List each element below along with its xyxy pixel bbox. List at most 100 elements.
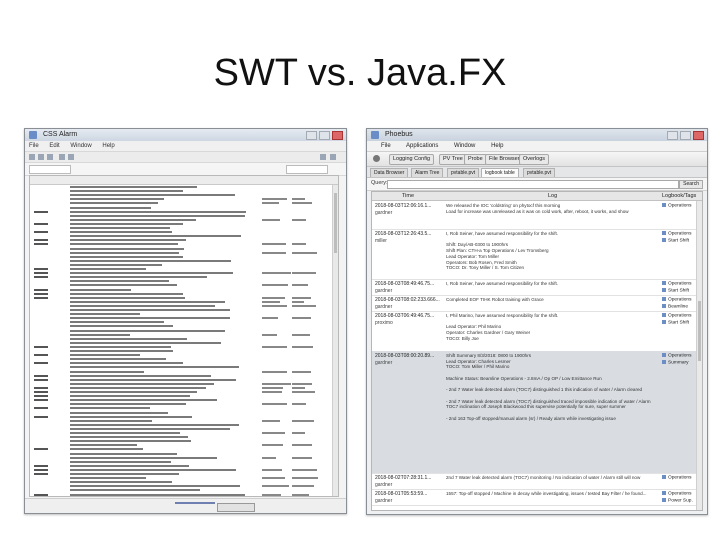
entry-tag-label: Beamline bbox=[668, 303, 688, 309]
entry-text-line: Shift Summary 8/3/2018: 0800 to 1900hrs bbox=[446, 353, 532, 358]
new-icon[interactable] bbox=[29, 154, 35, 160]
entry-text-line: Lead Operator: Tom Miller bbox=[446, 253, 500, 259]
log-entry-row[interactable]: 2018-08-03T08:02:233.666... gardner Comple… bbox=[372, 295, 702, 312]
gear-icon[interactable] bbox=[373, 155, 380, 162]
status-button[interactable] bbox=[217, 503, 255, 512]
forward-icon[interactable] bbox=[68, 154, 74, 160]
log-entry-row[interactable]: 2018-08-03T12:06:16.1... gardner We releas… bbox=[372, 201, 702, 230]
column-log[interactable]: Log bbox=[548, 192, 557, 200]
maximize-button[interactable] bbox=[319, 131, 330, 140]
perspective-icon[interactable] bbox=[320, 154, 326, 160]
entry-tag: Beamline bbox=[662, 303, 688, 309]
menu-window[interactable]: Window bbox=[70, 143, 91, 149]
row-text bbox=[70, 227, 170, 229]
row-timestamp bbox=[34, 268, 48, 270]
minimize-button[interactable] bbox=[667, 131, 678, 140]
row-text bbox=[70, 243, 179, 246]
entry-author: proximo bbox=[375, 320, 393, 326]
row-timestamp bbox=[34, 276, 48, 279]
row-author bbox=[262, 403, 287, 406]
menu-help[interactable]: Help bbox=[491, 143, 503, 149]
row-author bbox=[262, 284, 288, 287]
menu-edit[interactable]: Edit bbox=[49, 143, 59, 149]
vertical-scrollbar[interactable] bbox=[332, 185, 338, 496]
row-logbook bbox=[292, 272, 317, 275]
column-time[interactable]: Time bbox=[402, 192, 414, 200]
file-browser-button[interactable]: File Browser bbox=[485, 154, 524, 165]
menu-help[interactable]: Help bbox=[102, 143, 114, 149]
probe-button[interactable]: Probe bbox=[464, 154, 487, 165]
tab-pvtable[interactable]: pvtable.pvt bbox=[447, 168, 480, 177]
log-entry-row[interactable]: 2018-08-03T08:49:46.75... gardner I, Rob S… bbox=[372, 279, 702, 296]
tab-pvtable-2[interactable]: pvtable.pvt bbox=[523, 168, 556, 177]
row-text bbox=[70, 440, 192, 443]
row-text bbox=[70, 304, 215, 307]
save-icon[interactable] bbox=[38, 154, 44, 160]
scrollbar-thumb[interactable] bbox=[334, 193, 337, 253]
menu-window[interactable]: Window bbox=[454, 143, 475, 149]
entry-text-line: Operators: Bob Rosen, Fred Smith bbox=[446, 259, 517, 265]
logbook-icon bbox=[662, 491, 666, 495]
scrollbar-thumb[interactable] bbox=[698, 301, 701, 361]
close-button[interactable] bbox=[693, 131, 704, 140]
overlogs-button[interactable]: Overlogs bbox=[519, 154, 550, 165]
entry-tag-label: Start Shift bbox=[668, 287, 690, 293]
log-entry-row[interactable]: 2018-08-01T05:53:59... gardner 1557: Top-o… bbox=[372, 489, 702, 506]
menu-applications[interactable]: Applications bbox=[406, 143, 438, 149]
log-entry-row[interactable]: 2018-08-03T12:26:43.5... miller I, Rob Sei… bbox=[372, 229, 702, 280]
entry-tag-label: Operations bbox=[668, 313, 692, 319]
entry-tag-label: Operations bbox=[668, 231, 692, 237]
swt-window-title: CSS Alarm bbox=[43, 131, 78, 138]
entry-text-line: 1557: Top-off stopped / Machine in decay… bbox=[446, 491, 647, 496]
filter-field[interactable] bbox=[29, 165, 71, 174]
row-text bbox=[70, 419, 153, 422]
tab-alarm-tree[interactable]: Alarm Tree bbox=[411, 168, 444, 177]
menu-file[interactable]: File bbox=[29, 143, 39, 149]
row-author bbox=[262, 370, 287, 373]
search-button[interactable]: Search bbox=[679, 180, 703, 189]
row-logbook bbox=[292, 493, 309, 496]
column-tags[interactable]: Logbook/Tags bbox=[662, 192, 696, 200]
pv-tree-button[interactable]: PV Tree bbox=[439, 154, 467, 165]
minimize-button[interactable] bbox=[306, 131, 317, 140]
entry-date: 2018-08-03T06:49:46.75... bbox=[375, 313, 435, 319]
log-entry-row[interactable]: 2018-08-02T07:28:31.1... gardner 2nd 7 Wat… bbox=[372, 473, 702, 490]
back-icon[interactable] bbox=[59, 154, 65, 160]
logging-config-button[interactable]: Logging Config bbox=[389, 154, 435, 165]
row-timestamp bbox=[34, 415, 48, 418]
row-logbook bbox=[292, 382, 312, 385]
row-timestamp bbox=[34, 395, 48, 398]
logbook-table-header: Time Log Logbook/Tags bbox=[372, 192, 702, 201]
row-logbook bbox=[292, 218, 307, 221]
row-author bbox=[262, 456, 277, 459]
swt-log-table bbox=[29, 175, 339, 497]
entry-text-line: Shift: Day/AB-0300 to 1900hrs bbox=[446, 242, 509, 248]
close-button[interactable] bbox=[332, 131, 343, 140]
row-text bbox=[70, 280, 169, 283]
row-text bbox=[70, 263, 162, 266]
view-icon[interactable] bbox=[330, 154, 336, 160]
column-header[interactable] bbox=[34, 176, 35, 184]
query-input[interactable] bbox=[387, 180, 679, 189]
row-text bbox=[70, 268, 146, 270]
row-text bbox=[70, 247, 185, 250]
table-row[interactable] bbox=[30, 493, 338, 497]
row-text bbox=[70, 485, 241, 488]
row-text bbox=[70, 481, 173, 484]
status-link[interactable] bbox=[175, 502, 215, 504]
row-timestamp bbox=[34, 243, 48, 246]
row-text bbox=[70, 473, 180, 475]
print-icon[interactable] bbox=[47, 154, 53, 160]
swt-table-header bbox=[30, 176, 338, 185]
vertical-scrollbar[interactable] bbox=[696, 201, 702, 510]
tab-logbook-table[interactable]: logbook table bbox=[481, 168, 519, 177]
log-entry-row[interactable]: 2018-08-03T08:00:20.89... gardner Shift Su… bbox=[372, 351, 702, 474]
entry-tag-label: Operations bbox=[668, 281, 692, 287]
menu-file[interactable]: File bbox=[381, 143, 391, 149]
tab-data-browser[interactable]: Data Browser bbox=[370, 168, 409, 177]
log-entry-row[interactable]: 2018-08-03T06:49:46.75... proximo I, Phil … bbox=[372, 311, 702, 352]
maximize-button[interactable] bbox=[680, 131, 691, 140]
entry-tag: Start Shift bbox=[662, 287, 690, 293]
entry-text-line: I, Rob Seiner, have assumed responsibili… bbox=[446, 231, 559, 236]
search-field[interactable] bbox=[286, 165, 328, 174]
